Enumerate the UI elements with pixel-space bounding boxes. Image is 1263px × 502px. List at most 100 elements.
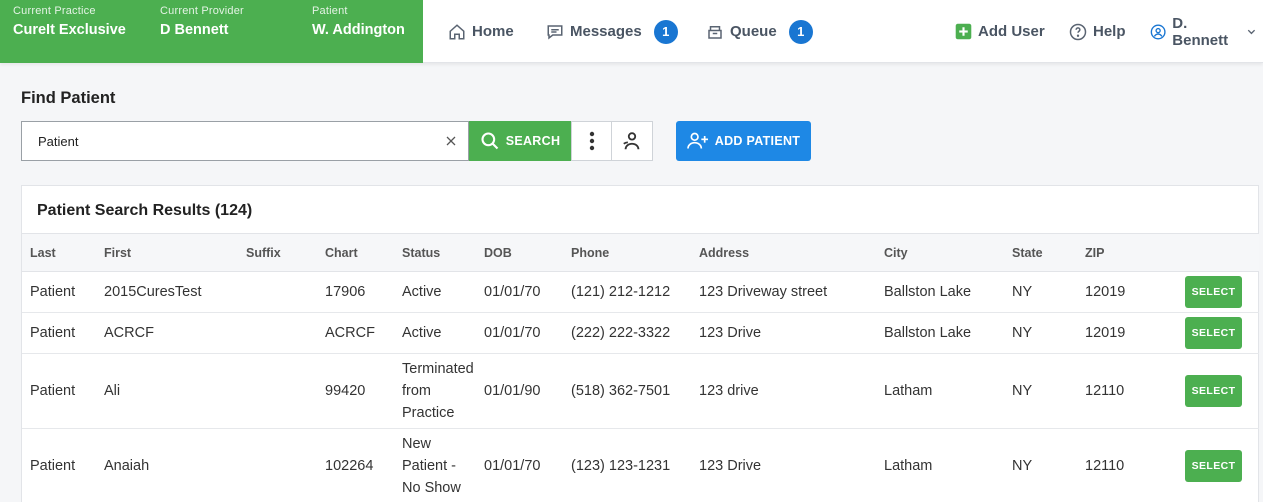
table-row[interactable]: Patient Anaiah 102264 New Patient - No S…: [22, 429, 1259, 502]
cell-first: Ali: [104, 383, 121, 399]
table-row[interactable]: Patient Ali 99420 Terminated from Practi…: [22, 354, 1259, 429]
select-button[interactable]: SELECT: [1185, 375, 1242, 407]
nav-help[interactable]: Help: [1069, 0, 1126, 63]
cell-phone: (222) 222-3322: [571, 325, 671, 341]
table-row[interactable]: Patient 2015CuresTest 17906 Active 01/01…: [22, 272, 1259, 313]
user-menu[interactable]: D. Bennett: [1150, 0, 1263, 63]
cell-action: SELECT: [1177, 313, 1259, 354]
add-person-icon: [686, 132, 708, 149]
cell-state: NY: [1012, 458, 1033, 474]
user-menu-label: D. Bennett: [1172, 14, 1229, 49]
more-vertical-icon: [589, 131, 594, 151]
cell-dob: 01/01/70: [484, 458, 541, 474]
cell-first: ACRCF: [104, 325, 154, 341]
nav-help-label: Help: [1093, 23, 1126, 40]
cell-chart: ACRCF: [325, 325, 375, 341]
context-panel[interactable]: Current Practice CureIt Exclusive Curren…: [0, 0, 423, 63]
cell-first: Anaiah: [104, 458, 150, 474]
column-header[interactable]: Last: [22, 234, 96, 272]
patient-search-field[interactable]: [21, 121, 469, 161]
cell-state: NY: [1012, 325, 1033, 341]
cell-zip: 12019: [1085, 284, 1126, 300]
column-header[interactable]: ZIP: [1077, 234, 1177, 272]
column-header[interactable]: Phone: [563, 234, 691, 272]
add-patient-button[interactable]: ADD PATIENT: [676, 121, 811, 161]
current-practice-value: CureIt Exclusive: [13, 22, 126, 38]
cell-address: 123 Driveway street: [699, 284, 828, 300]
help-circle-icon: [1069, 23, 1087, 40]
search-button-label: SEARCH: [505, 134, 561, 148]
cell-address: 123 Drive: [699, 458, 762, 474]
cell-city: Latham: [884, 383, 933, 399]
column-header[interactable]: Chart: [317, 234, 394, 272]
nav-home[interactable]: Home: [448, 0, 514, 63]
cell-phone: (121) 212-1212: [571, 284, 671, 300]
cell-status: Active: [402, 325, 442, 341]
cell-address: 123 drive: [699, 383, 759, 399]
cell-suffix: [238, 272, 317, 313]
cell-city: Ballston Lake: [884, 325, 972, 341]
column-header[interactable]: DOB: [476, 234, 563, 272]
cell-status: Active: [402, 284, 442, 300]
cell-last: Patient: [30, 325, 76, 341]
cell-last: Patient: [30, 383, 76, 399]
cell-dob: 01/01/70: [484, 284, 541, 300]
plus-square-icon: [955, 23, 972, 40]
results-card: Patient Search Results (124) Last First …: [21, 185, 1259, 502]
nav-add-user[interactable]: Add User: [955, 0, 1045, 63]
current-provider-label: Current Provider: [160, 5, 244, 17]
table-header-row: Last First Suffix Chart Status DOB Phone…: [22, 233, 1259, 272]
table-row[interactable]: Patient ACRCF ACRCF Active 01/01/70 (222…: [22, 313, 1259, 354]
cell-action: SELECT: [1177, 354, 1259, 429]
cell-address: 123 Drive: [699, 325, 762, 341]
current-patient[interactable]: Patient W. Addington: [312, 5, 405, 38]
chat-icon: [547, 24, 563, 40]
current-provider[interactable]: Current Provider D Bennett: [160, 5, 244, 38]
results-title: Patient Search Results (124): [37, 202, 253, 219]
column-header[interactable]: City: [876, 234, 1004, 272]
current-practice[interactable]: Current Practice CureIt Exclusive: [13, 5, 126, 38]
cell-zip: 12110: [1085, 458, 1125, 474]
current-provider-value: D Bennett: [160, 22, 229, 38]
select-button[interactable]: SELECT: [1185, 317, 1242, 349]
add-patient-label: ADD PATIENT: [714, 134, 801, 148]
select-button[interactable]: SELECT: [1185, 450, 1242, 482]
clear-search-button[interactable]: [442, 132, 460, 150]
column-header[interactable]: First: [96, 234, 238, 272]
cell-action: SELECT: [1177, 429, 1259, 502]
patient-search-input[interactable]: [22, 122, 422, 160]
cell-chart: 17906: [325, 284, 366, 300]
messages-count-badge: 1: [653, 19, 678, 44]
search-button[interactable]: SEARCH: [469, 121, 571, 161]
patient-lookup-button[interactable]: [611, 121, 653, 161]
column-header-actions: [1177, 234, 1259, 272]
cell-city: Ballston Lake: [884, 284, 972, 300]
cell-dob: 01/01/90: [484, 383, 541, 399]
column-header[interactable]: Suffix: [238, 234, 317, 272]
more-options-button[interactable]: [571, 121, 612, 161]
cell-state: NY: [1012, 284, 1033, 300]
column-header[interactable]: Address: [691, 234, 876, 272]
results-table: Last First Suffix Chart Status DOB Phone…: [22, 233, 1259, 502]
column-header[interactable]: State: [1004, 234, 1077, 272]
cell-first: 2015CuresTest: [104, 284, 202, 300]
search-icon: [481, 132, 498, 150]
nav-messages[interactable]: Messages 1: [546, 0, 678, 63]
cell-suffix: [238, 429, 317, 502]
select-button[interactable]: SELECT: [1185, 276, 1242, 308]
cell-chart: 102264: [325, 458, 374, 474]
cell-zip: 12019: [1085, 325, 1126, 341]
cell-phone: (123) 123-1231: [571, 458, 671, 474]
column-header[interactable]: Status: [394, 234, 476, 272]
current-patient-label: Patient: [312, 5, 348, 17]
cell-last: Patient: [30, 458, 76, 474]
cell-action: SELECT: [1177, 272, 1259, 313]
queue-count-badge: 1: [788, 19, 813, 44]
cell-state: NY: [1012, 383, 1033, 399]
home-icon: [449, 23, 465, 39]
cell-suffix: [238, 354, 317, 429]
cell-last: Patient: [30, 284, 76, 300]
cell-city: Latham: [884, 458, 933, 474]
nav-queue[interactable]: Queue 1: [706, 0, 813, 63]
inbox-icon: [708, 25, 722, 39]
